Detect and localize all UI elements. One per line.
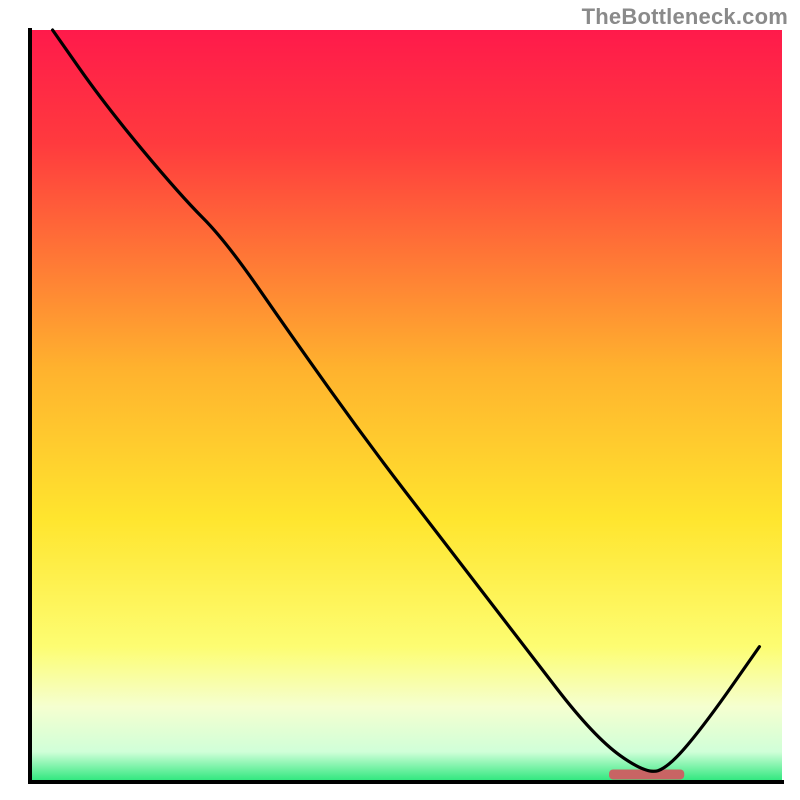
bottleneck-chart [0,0,800,800]
plot-background [30,30,782,782]
chart-stage: TheBottleneck.com [0,0,800,800]
watermark-text: TheBottleneck.com [582,4,788,30]
